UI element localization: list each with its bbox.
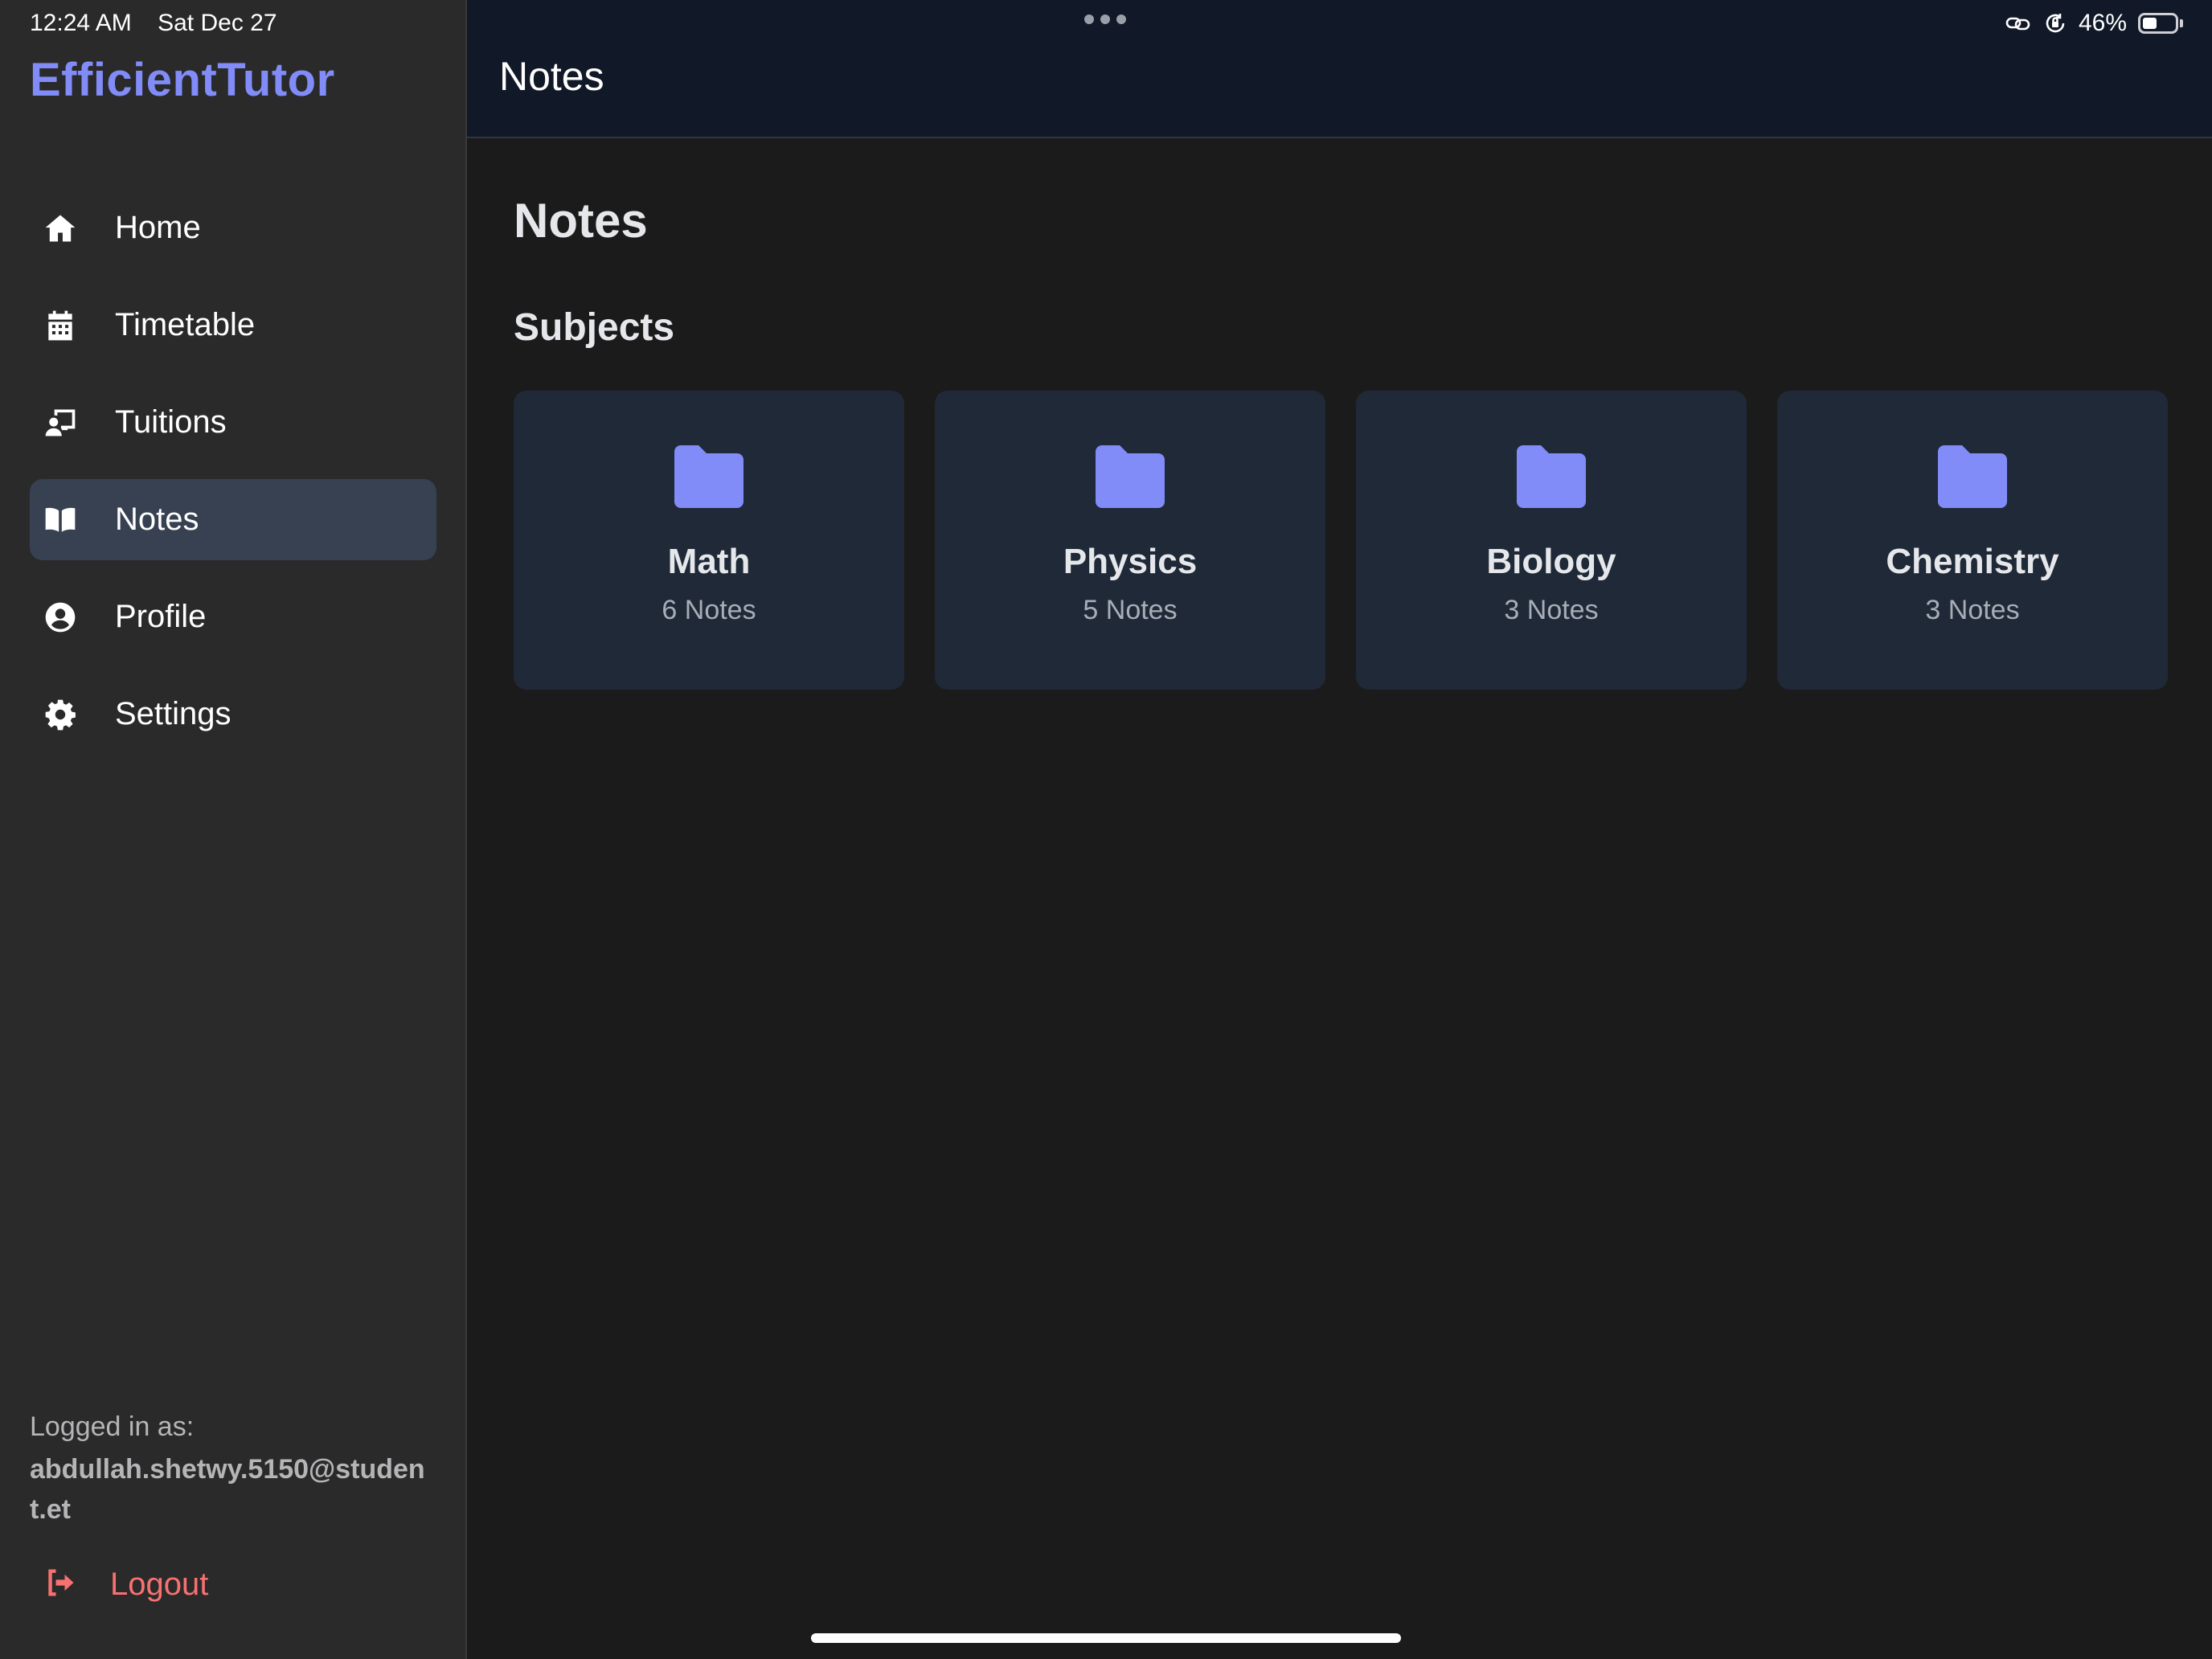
logged-in-label: Logged in as: — [30, 1411, 195, 1442]
sidebar-item-settings[interactable]: Settings — [30, 674, 436, 755]
subject-note-count: 5 Notes — [1083, 595, 1178, 625]
user-circle-icon — [43, 600, 78, 635]
sidebar-item-tuitions[interactable]: Tuitions — [30, 382, 436, 463]
subject-card-chemistry[interactable]: Chemistry 3 Notes — [1777, 391, 2168, 690]
status-bar-left: 12:24 AM Sat Dec 27 — [30, 10, 277, 37]
book-icon — [43, 502, 78, 538]
top-bar: Notes 46% — [467, 0, 2212, 138]
sidebar-item-timetable[interactable]: Timetable — [30, 285, 436, 366]
subject-card-physics[interactable]: Physics 5 Notes — [935, 391, 1325, 690]
subject-grid: Math 6 Notes Physics 5 Notes Biology 3 N… — [514, 391, 2168, 690]
sidebar-nav: Home Timetable Tuitions Notes Profile Se… — [30, 187, 436, 771]
subject-note-count: 3 Notes — [1504, 595, 1599, 625]
sidebar: 12:24 AM Sat Dec 27 EfficientTutor Home … — [0, 0, 467, 1659]
home-icon — [43, 211, 78, 246]
subject-name: Chemistry — [1886, 542, 2059, 581]
sidebar-item-label: Tuitions — [115, 404, 227, 440]
subject-name: Biology — [1486, 542, 1616, 581]
sidebar-item-home[interactable]: Home — [30, 187, 436, 268]
subject-name: Math — [667, 542, 751, 581]
multitasking-dots-icon[interactable] — [1084, 14, 1126, 24]
teacher-board-icon — [43, 405, 78, 440]
subject-note-count: 6 Notes — [662, 595, 756, 625]
sidebar-item-label: Notes — [115, 502, 199, 537]
sidebar-item-profile[interactable]: Profile — [30, 576, 436, 657]
sidebar-item-notes[interactable]: Notes — [30, 479, 436, 560]
calendar-icon — [43, 308, 78, 343]
sidebar-item-label: Home — [115, 210, 201, 245]
sidebar-item-label: Timetable — [115, 307, 256, 342]
subject-card-math[interactable]: Math 6 Notes — [514, 391, 904, 690]
folder-icon — [1096, 445, 1165, 508]
home-indicator[interactable] — [811, 1633, 1401, 1643]
page-title: Notes — [514, 194, 648, 248]
orientation-lock-icon — [2046, 14, 2065, 33]
sidebar-item-label: Profile — [115, 599, 207, 634]
folder-icon — [674, 445, 743, 508]
folder-icon — [1517, 445, 1586, 508]
battery-tip — [2180, 19, 2183, 27]
status-date: Sat Dec 27 — [158, 10, 277, 36]
battery-percent: 46% — [2078, 10, 2127, 36]
folder-icon — [1938, 445, 2007, 508]
app-brand: EfficientTutor — [30, 54, 335, 106]
subject-name: Physics — [1063, 542, 1198, 581]
logout-button[interactable]: Logout — [43, 1565, 208, 1604]
status-bar-right: 46% — [2005, 10, 2183, 37]
logout-label: Logout — [110, 1567, 209, 1602]
battery-level-fill — [2143, 18, 2157, 29]
section-title-subjects: Subjects — [514, 306, 675, 349]
subject-note-count: 3 Notes — [1925, 595, 2020, 625]
subject-card-biology[interactable]: Biology 3 Notes — [1356, 391, 1747, 690]
sidebar-item-label: Settings — [115, 696, 231, 731]
topbar-title: Notes — [499, 54, 604, 99]
status-time: 12:24 AM — [30, 10, 132, 36]
logged-in-email: abdullah.shetwy.5150@student.et — [30, 1454, 425, 1525]
link-icon — [2005, 17, 2030, 31]
logout-icon — [43, 1565, 78, 1604]
gear-icon — [43, 697, 78, 732]
battery-icon — [2138, 13, 2178, 34]
